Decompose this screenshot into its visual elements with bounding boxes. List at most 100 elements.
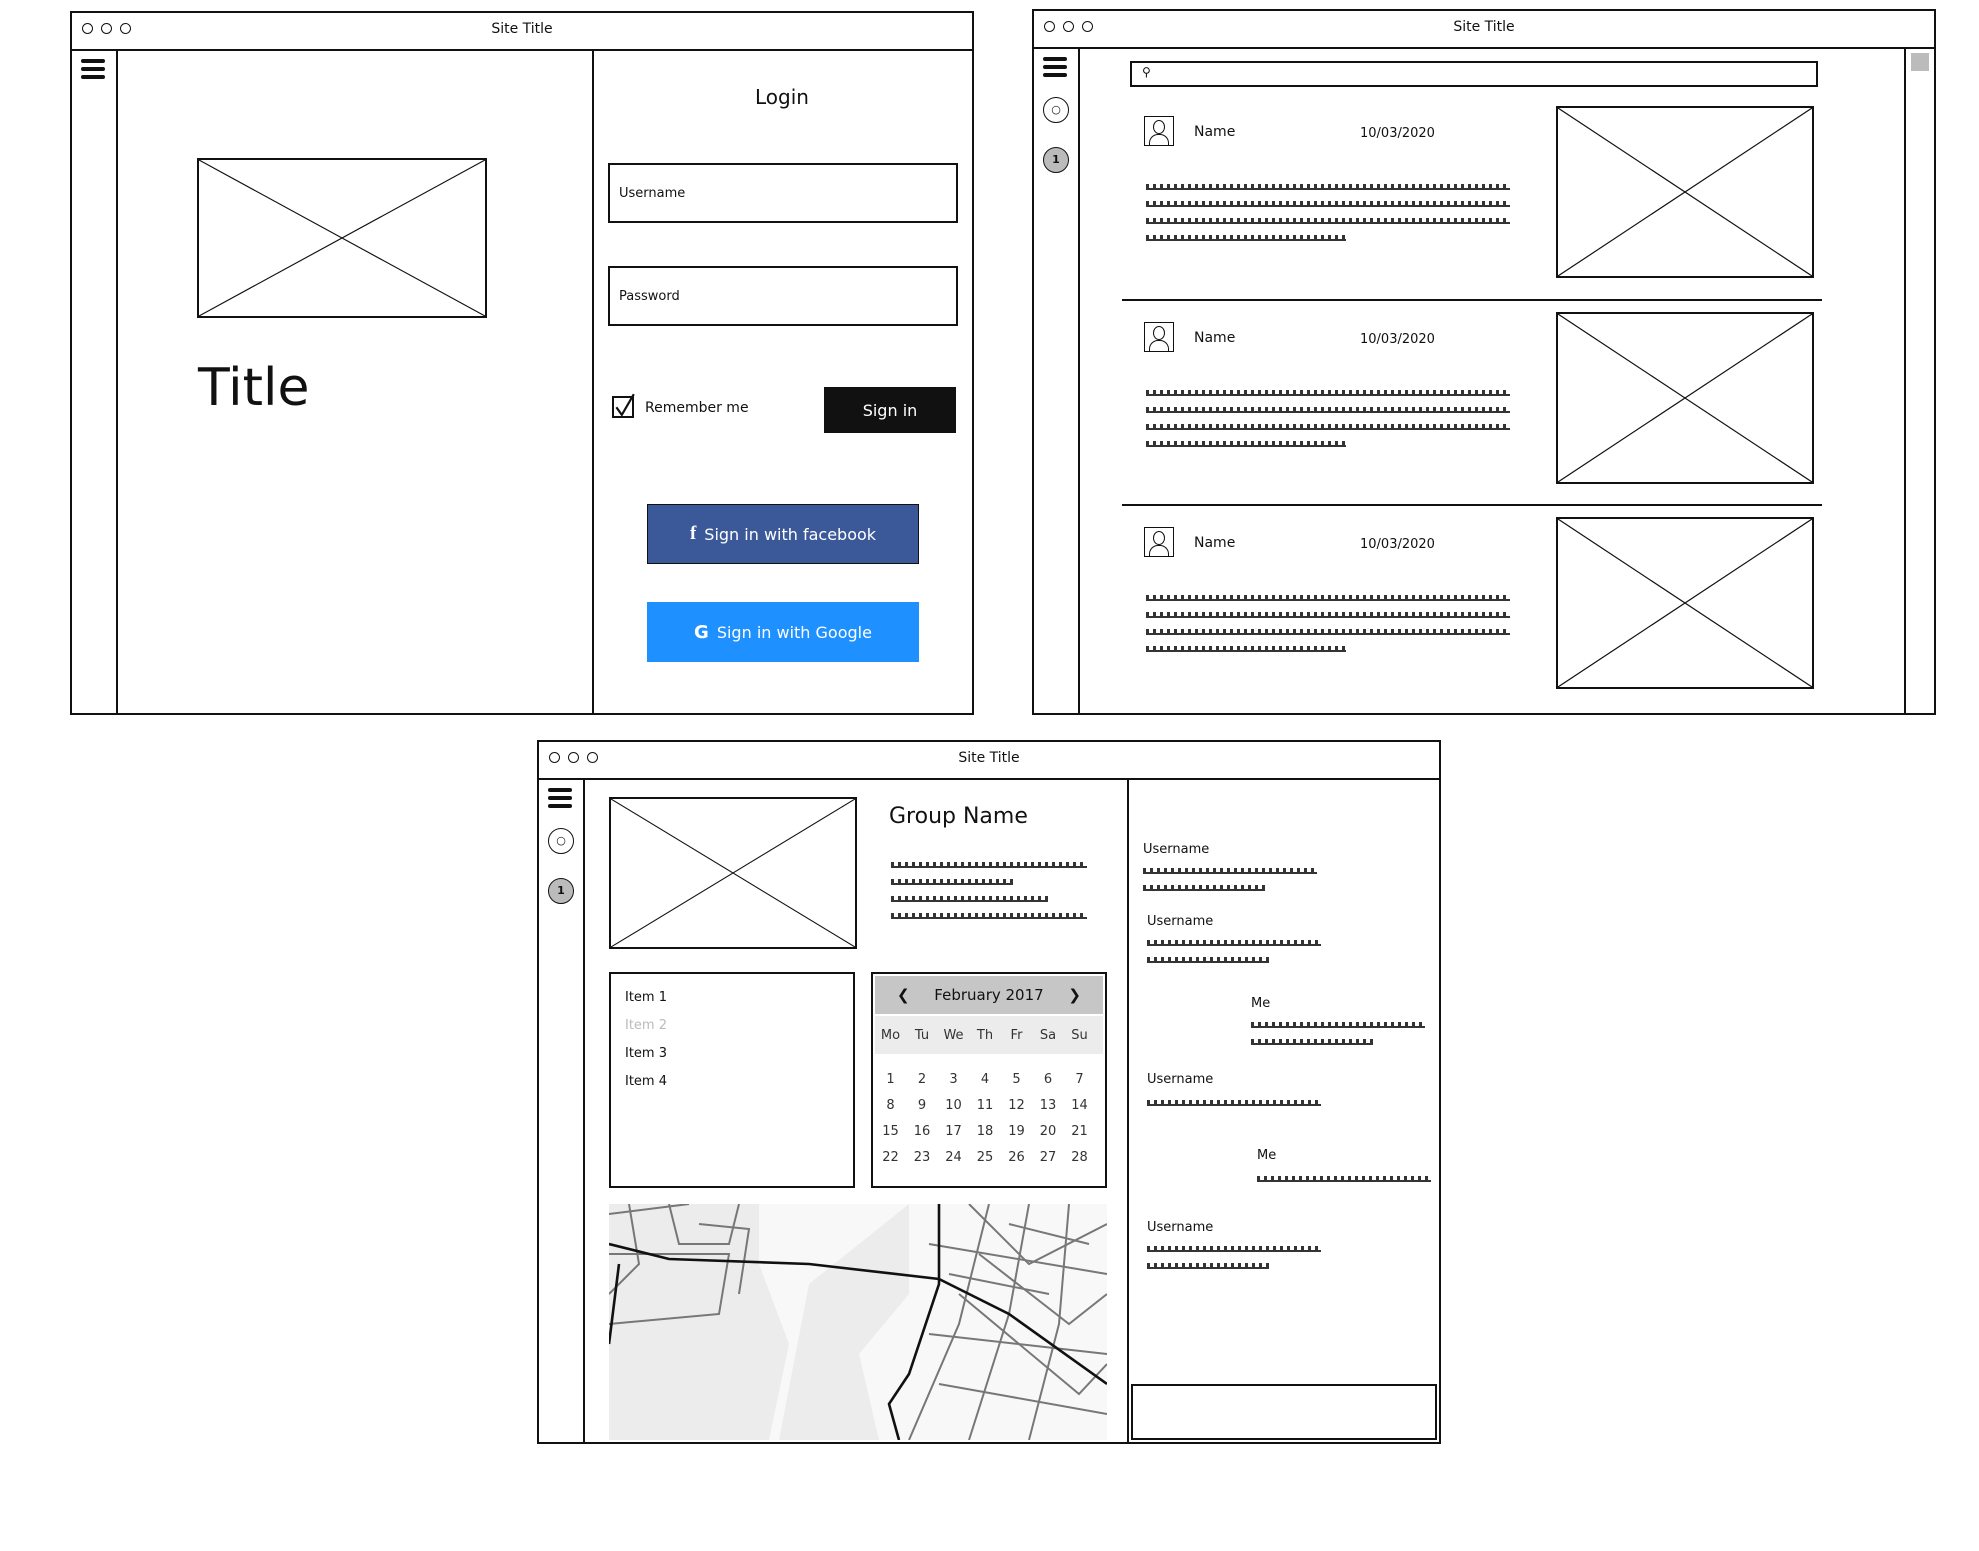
calendar-day[interactable]: 7 bbox=[1064, 1072, 1095, 1087]
profile-icon[interactable]: ○ bbox=[548, 828, 574, 854]
group-image-placeholder bbox=[609, 797, 857, 949]
calendar-day[interactable]: 11 bbox=[970, 1098, 1001, 1113]
site-title: Site Title bbox=[958, 750, 1020, 766]
group-window: Site Title ○ 1 Group Name Item 1 Item 2 … bbox=[537, 740, 1441, 1444]
map[interactable] bbox=[609, 1204, 1107, 1440]
weekday-label: Su bbox=[1071, 1028, 1088, 1043]
sign-in-button[interactable]: Sign in bbox=[824, 387, 956, 433]
username-field[interactable]: Username bbox=[608, 163, 958, 223]
calendar-day[interactable]: 12 bbox=[1001, 1098, 1032, 1113]
chat-author: Username bbox=[1147, 1220, 1214, 1235]
chat-panel: Username Username Me Username Me Usernam… bbox=[1127, 778, 1439, 1442]
calendar-day[interactable]: 18 bbox=[970, 1124, 1001, 1139]
avatar-icon bbox=[1144, 322, 1174, 352]
scrollbar-thumb[interactable] bbox=[1911, 53, 1929, 71]
title-bar: Site Title bbox=[72, 13, 972, 51]
post-item: Name 10/03/2020 bbox=[1144, 517, 1824, 697]
prev-month-icon[interactable]: ❮ bbox=[897, 986, 910, 1004]
facebook-sign-in-button[interactable]: f Sign in with facebook bbox=[647, 504, 919, 564]
calendar-day[interactable]: 27 bbox=[1033, 1150, 1064, 1165]
calendar-header: ❮ February 2017 ❯ bbox=[875, 976, 1103, 1014]
calendar: ❮ February 2017 ❯ Mo Tu We Th Fr Sa Su 1 2 3 4 5 6 7 8… bbox=[871, 972, 1107, 1188]
avatar-icon bbox=[1144, 116, 1174, 146]
login-panel-divider bbox=[592, 49, 594, 713]
checkmark-icon bbox=[615, 393, 635, 417]
chat-message bbox=[1147, 1246, 1321, 1280]
calendar-day[interactable]: 19 bbox=[1001, 1124, 1032, 1139]
calendar-day[interactable]: 25 bbox=[970, 1150, 1001, 1165]
calendar-day[interactable]: 14 bbox=[1064, 1098, 1095, 1113]
post-image-placeholder bbox=[1556, 312, 1814, 484]
group-name: Group Name bbox=[889, 804, 1028, 829]
weekday-label: Sa bbox=[1039, 1028, 1057, 1043]
list-item[interactable]: Item 3 bbox=[625, 1046, 667, 1061]
post-image-placeholder bbox=[1556, 517, 1814, 689]
calendar-day[interactable]: 13 bbox=[1033, 1098, 1064, 1113]
chat-message-me bbox=[1257, 1176, 1431, 1193]
list-item[interactable]: Item 1 bbox=[625, 990, 667, 1005]
calendar-month: February 2017 bbox=[934, 986, 1044, 1004]
chat-message bbox=[1143, 868, 1317, 902]
calendar-day[interactable]: 4 bbox=[970, 1072, 1001, 1087]
sidebar: ○ 1 bbox=[1034, 47, 1080, 713]
hero-title: Title bbox=[198, 358, 310, 418]
calendar-day[interactable]: 10 bbox=[938, 1098, 969, 1113]
calendar-day[interactable]: 3 bbox=[938, 1072, 969, 1087]
calendar-day[interactable]: 22 bbox=[875, 1150, 906, 1165]
post-author: Name bbox=[1194, 535, 1236, 551]
post-date: 10/03/2020 bbox=[1360, 126, 1435, 141]
calendar-day[interactable]: 6 bbox=[1033, 1072, 1064, 1087]
chat-message-me bbox=[1251, 1022, 1425, 1056]
title-bar: Site Title bbox=[1034, 11, 1934, 49]
calendar-day[interactable]: 17 bbox=[938, 1124, 969, 1139]
item-list: Item 1 Item 2 Item 3 Item 4 bbox=[609, 972, 855, 1188]
post-image-placeholder bbox=[1556, 106, 1814, 278]
chat-author-me: Me bbox=[1251, 996, 1271, 1011]
notification-badge[interactable]: 1 bbox=[548, 878, 574, 904]
weekday-label: Th bbox=[976, 1028, 994, 1043]
calendar-day[interactable]: 2 bbox=[907, 1072, 938, 1087]
calendar-day[interactable]: 16 bbox=[907, 1124, 938, 1139]
search-icon: ⚲ bbox=[1142, 65, 1151, 79]
notification-badge[interactable]: 1 bbox=[1043, 147, 1069, 173]
scrollbar[interactable] bbox=[1904, 47, 1934, 713]
hamburger-icon[interactable] bbox=[548, 788, 572, 812]
list-item[interactable]: Item 4 bbox=[625, 1074, 667, 1089]
weekday-label: Mo bbox=[880, 1028, 901, 1043]
remember-label: Remember me bbox=[645, 400, 749, 416]
calendar-day[interactable]: 15 bbox=[875, 1124, 906, 1139]
login-heading: Login bbox=[755, 85, 809, 109]
post-text bbox=[1146, 184, 1510, 252]
calendar-day[interactable]: 5 bbox=[1001, 1072, 1032, 1087]
weekday-label: We bbox=[943, 1028, 964, 1043]
search-input[interactable]: ⚲ bbox=[1130, 61, 1818, 87]
sidebar bbox=[72, 49, 118, 713]
calendar-day[interactable]: 8 bbox=[875, 1098, 906, 1113]
group-description bbox=[891, 862, 1087, 930]
calendar-day[interactable]: 9 bbox=[907, 1098, 938, 1113]
post-author: Name bbox=[1194, 124, 1236, 140]
chat-author-me: Me bbox=[1257, 1148, 1277, 1163]
calendar-day[interactable]: 21 bbox=[1064, 1124, 1095, 1139]
google-button-label: Sign in with Google bbox=[716, 622, 872, 642]
calendar-day[interactable]: 28 bbox=[1064, 1150, 1095, 1165]
post-author: Name bbox=[1194, 330, 1236, 346]
calendar-day[interactable]: 26 bbox=[1001, 1150, 1032, 1165]
google-icon: G bbox=[694, 621, 709, 643]
calendar-day[interactable]: 20 bbox=[1033, 1124, 1064, 1139]
hamburger-icon[interactable] bbox=[81, 59, 105, 83]
login-window: Site Title Title Login Username Password… bbox=[70, 11, 974, 715]
post-item: Name 10/03/2020 bbox=[1144, 312, 1824, 492]
password-field[interactable]: Password bbox=[608, 266, 958, 326]
profile-icon[interactable]: ○ bbox=[1043, 97, 1069, 123]
calendar-day[interactable]: 24 bbox=[938, 1150, 969, 1165]
calendar-day[interactable]: 23 bbox=[907, 1150, 938, 1165]
post-date: 10/03/2020 bbox=[1360, 332, 1435, 347]
hamburger-icon[interactable] bbox=[1043, 57, 1067, 81]
remember-checkbox[interactable] bbox=[612, 393, 635, 418]
next-month-icon[interactable]: ❯ bbox=[1068, 986, 1081, 1004]
facebook-button-label: Sign in with facebook bbox=[704, 524, 877, 544]
calendar-day[interactable]: 1 bbox=[875, 1072, 906, 1087]
google-sign-in-button[interactable]: G Sign in with Google bbox=[647, 602, 919, 662]
chat-input[interactable] bbox=[1131, 1384, 1437, 1440]
